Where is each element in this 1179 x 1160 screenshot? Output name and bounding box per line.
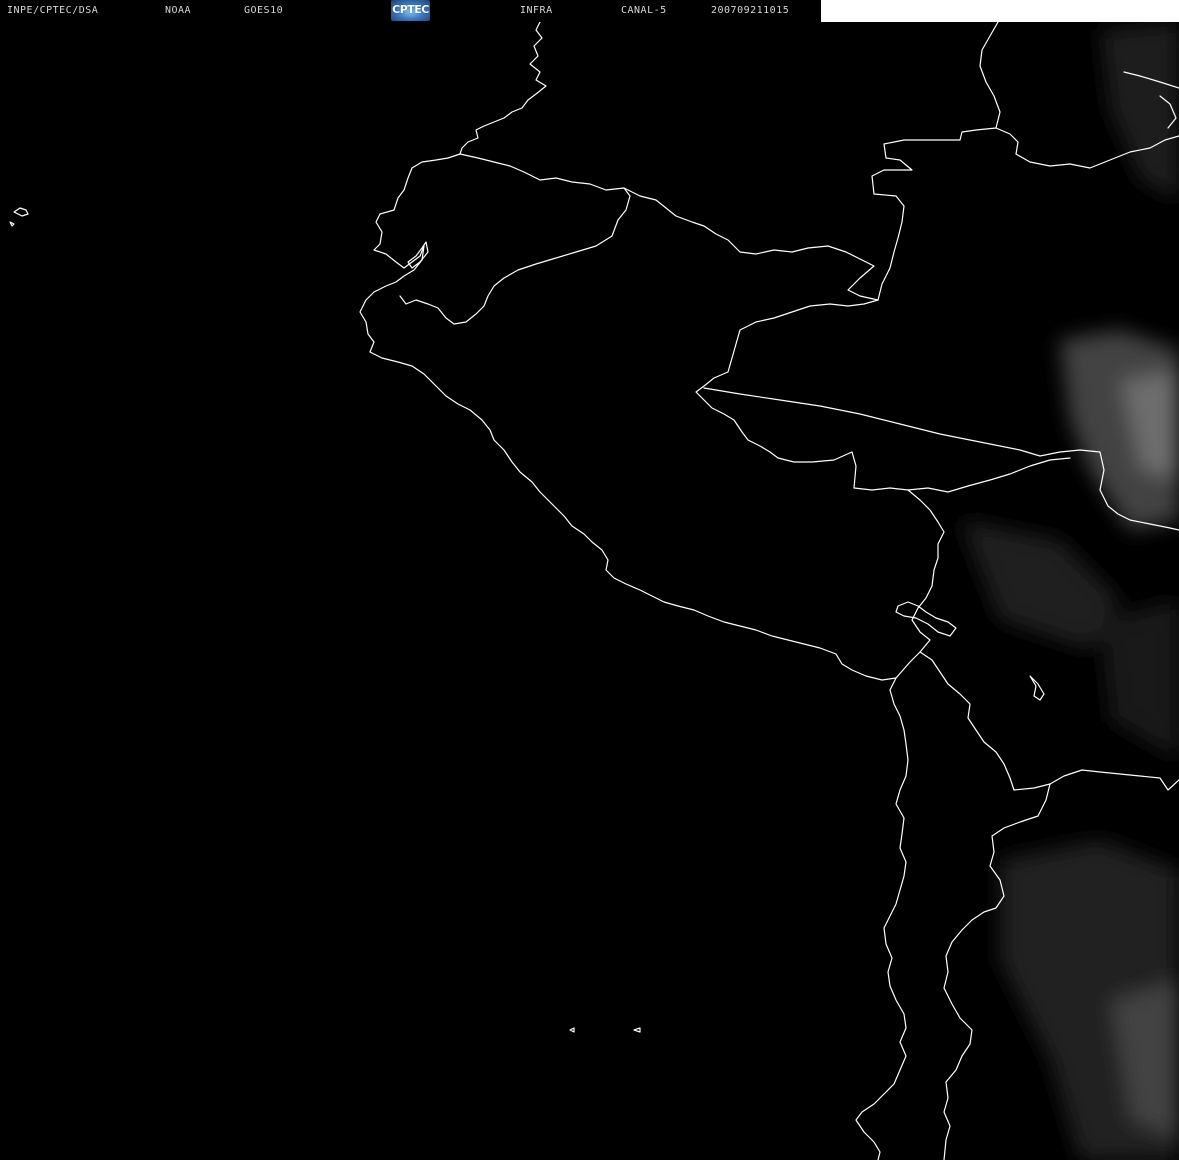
coastline-chile (855, 677, 909, 1160)
gulf-guayaquil (407, 241, 429, 269)
coastline-ecuador (359, 153, 461, 353)
header-satellite: GOES10 (244, 5, 284, 16)
header-blank-band (821, 0, 1179, 22)
header-channel: CANAL-5 (621, 5, 667, 16)
border-chile-bolivia (919, 651, 1015, 791)
lake-titicaca (895, 601, 957, 637)
cptec-logo: CPTEC (391, 0, 430, 21)
coastline-peru (369, 351, 897, 681)
border-ecuador-peru (399, 219, 619, 325)
header-timestamp: 200709211015 (711, 5, 790, 16)
border-peru-bolivia (853, 487, 945, 679)
border-colombia-ecuador (459, 153, 631, 221)
coastline-colombia (459, 21, 547, 155)
image-header: INPE/CPTEC/DSA NOAA GOES10 CPTEC INFRA C… (0, 0, 1179, 22)
logo-text: CPTEC (392, 3, 429, 16)
border-colombia-brazil (871, 127, 1019, 301)
cloud-cover (960, 22, 1179, 1160)
island-galapagos-2 (9, 221, 15, 227)
border-peru-brazil (695, 299, 879, 489)
satellite-image: INPE/CPTEC/DSA NOAA GOES10 CPTEC INFRA C… (0, 0, 1179, 1160)
border-colombia-peru (623, 187, 879, 301)
island-small-1 (569, 1027, 575, 1033)
header-institution: INPE/CPTEC/DSA (7, 5, 99, 16)
header-agency: NOAA (165, 5, 192, 16)
border-colombia-venezuela (979, 21, 1001, 129)
border-brazil-bolivia (703, 387, 1109, 507)
island-small-2 (633, 1027, 641, 1033)
header-band: INFRA (520, 5, 553, 16)
border-bolivia-north (907, 457, 1071, 493)
lake-poopo (1029, 675, 1045, 701)
island-galapagos-1 (13, 207, 29, 217)
border-bolivia-argentina (1013, 769, 1179, 791)
map-canvas (9, 21, 1179, 1160)
